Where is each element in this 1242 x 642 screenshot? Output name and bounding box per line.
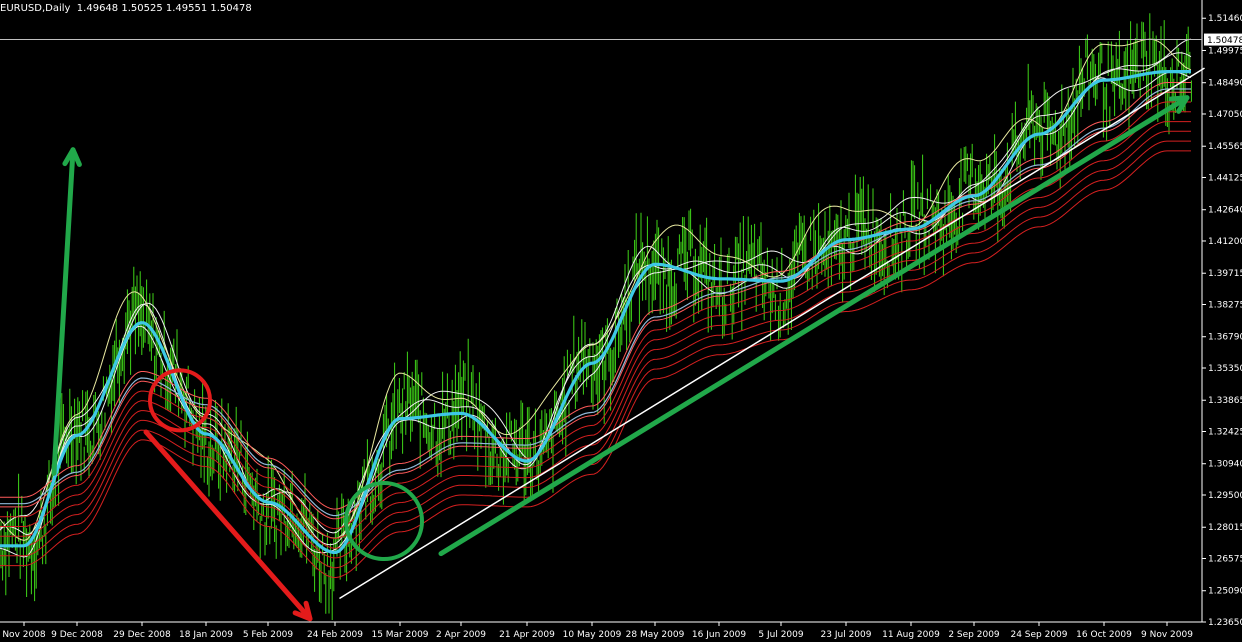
- time-tick-label: 28 May 2009: [626, 630, 685, 640]
- slow-ma-line: [0, 150, 1191, 579]
- trend-arrow: [438, 95, 1190, 557]
- current-price-label: 1.50478: [1207, 36, 1242, 46]
- price-bars: [0, 13, 1192, 620]
- time-tick-label: 5 Jul 2009: [758, 630, 803, 640]
- price-tick-label: 1.36790: [1208, 333, 1242, 343]
- time-tick-label: 5 Feb 2009: [243, 630, 294, 640]
- annotations: [51, 67, 1205, 622]
- time-tick-label: 23 Jul 2009: [821, 630, 872, 640]
- time-tick-label: 18 Jan 2009: [179, 630, 233, 640]
- price-tick-label: 1.47050: [1208, 110, 1242, 120]
- price-tick-label: 1.29500: [1208, 491, 1242, 501]
- price-tick-label: 1.49975: [1208, 46, 1242, 56]
- price-tick-label: 1.26575: [1208, 554, 1242, 564]
- price-tick-label: 1.44125: [1208, 173, 1242, 183]
- price-tick-label: 1.42640: [1208, 206, 1242, 216]
- price-tick-label: 1.25090: [1208, 587, 1242, 597]
- price-tick-label: 1.30940: [1208, 460, 1242, 470]
- time-tick-label: 10 May 2009: [563, 630, 622, 640]
- time-tick-label: 2 Sep 2009: [948, 630, 1000, 640]
- time-tick-label: Nov 2008: [2, 630, 46, 640]
- price-tick-label: 1.41200: [1208, 237, 1242, 247]
- time-tick-label: 2 Apr 2009: [436, 630, 486, 640]
- price-tick-label: 1.38275: [1208, 300, 1242, 310]
- price-tick-label: 1.51460: [1208, 14, 1242, 24]
- price-chart[interactable]: 1.51460 1.49975 1.48490 1.47050 1.45565 1.441…: [0, 0, 1242, 642]
- price-tick-label: 1.39715: [1208, 269, 1242, 279]
- slow-ma-line: [0, 111, 1191, 539]
- time-tick-label: 16 Oct 2009: [1076, 630, 1132, 640]
- time-tick-label: 9 Dec 2008: [51, 630, 103, 640]
- price-bars-path: [0, 13, 1192, 620]
- price-tick-label: 1.48490: [1208, 79, 1242, 89]
- price-tick-label: 1.45565: [1208, 142, 1242, 152]
- highlight-circle: [344, 481, 424, 562]
- time-tick-label: 15 Mar 2009: [371, 630, 428, 640]
- time-tick-label: 16 Jun 2009: [692, 630, 746, 640]
- trend-line: [339, 67, 1205, 599]
- time-tick-label: 29 Dec 2008: [113, 630, 171, 640]
- price-tick-label: 1.32425: [1208, 427, 1242, 437]
- price-tick-label: 1.35350: [1208, 364, 1242, 374]
- price-tick-label: 1.23650: [1208, 618, 1242, 628]
- price-tick-label: 1.28015: [1208, 523, 1242, 533]
- time-tick-label: 21 Apr 2009: [499, 630, 555, 640]
- time-tick-label: 24 Feb 2009: [307, 630, 363, 640]
- time-tick-label: 11 Aug 2009: [882, 630, 940, 640]
- time-tick-label: 24 Sep 2009: [1010, 630, 1067, 640]
- price-tick-label: 1.33865: [1208, 396, 1242, 406]
- time-tick-label: 9 Nov 2009: [1141, 630, 1193, 640]
